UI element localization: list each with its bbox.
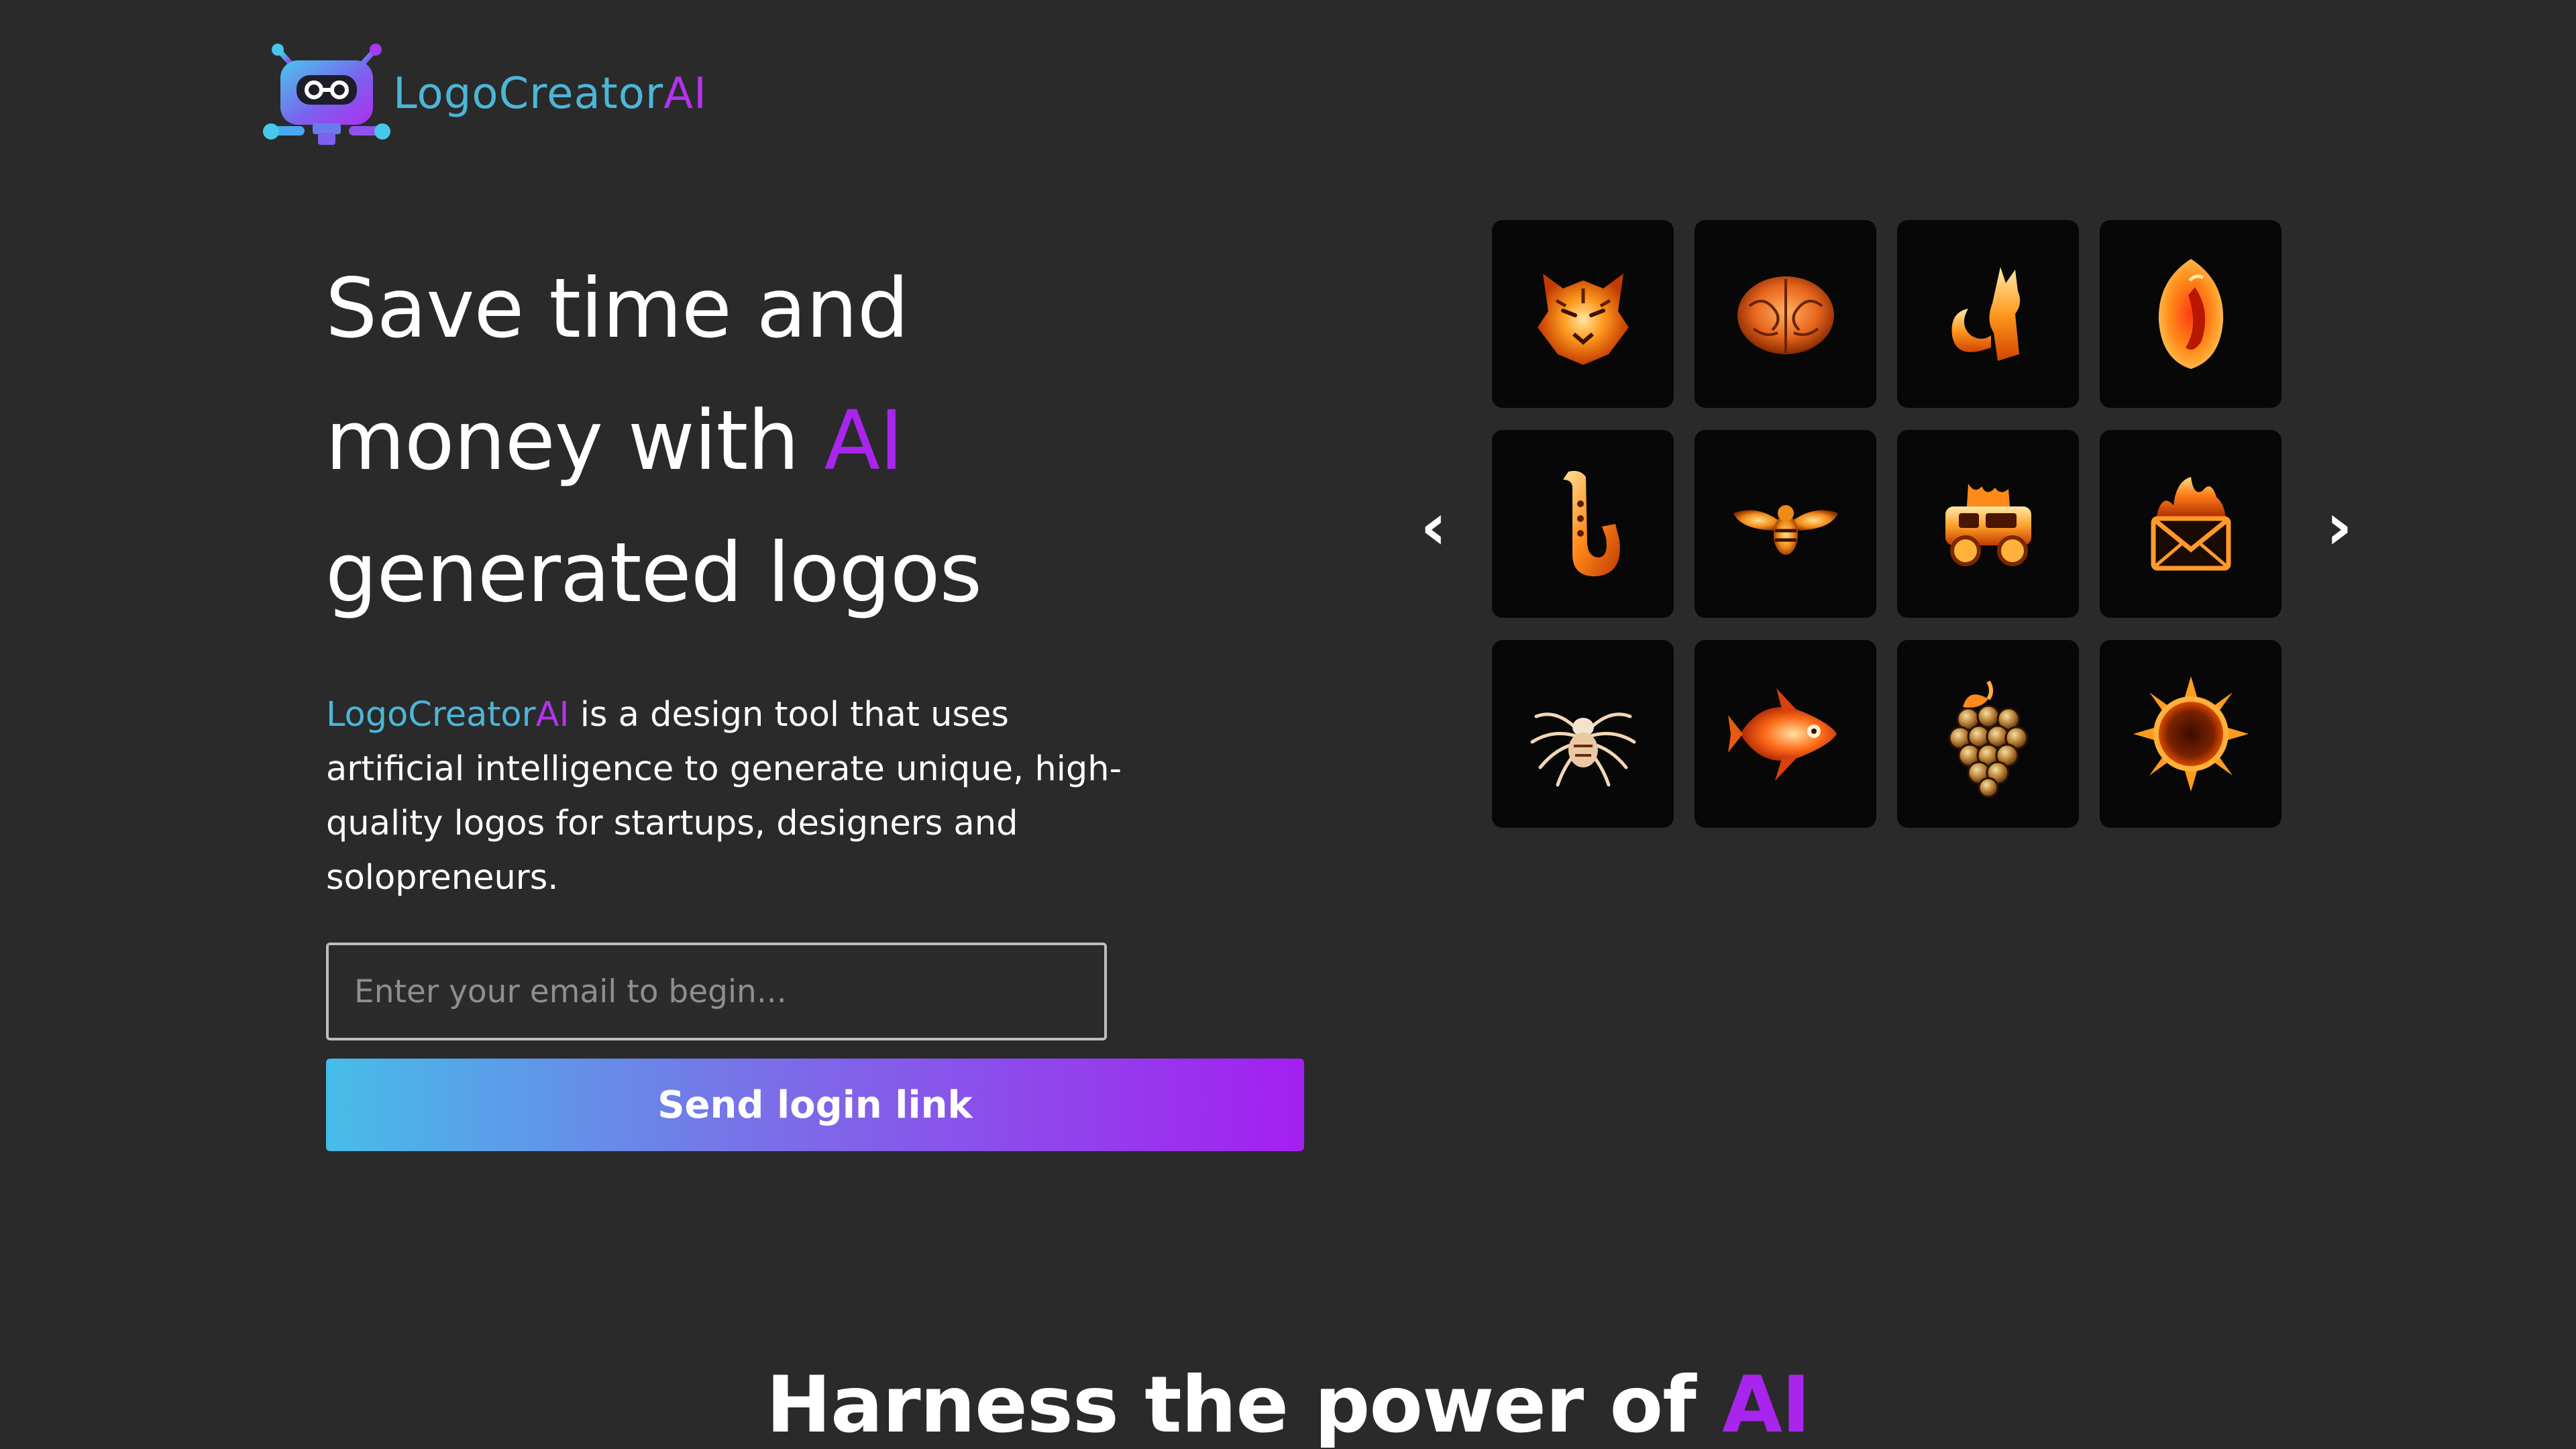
fire-bee-icon <box>1733 505 1838 555</box>
logo-tile[interactable] <box>1897 640 2079 828</box>
fire-grapes-icon <box>1948 680 2028 798</box>
fire-fox-icon <box>1951 267 2020 361</box>
headline-line-1: Save time and <box>325 261 909 356</box>
logo-tile[interactable] <box>1695 640 1876 828</box>
description-brand: LogoCreator <box>326 695 536 735</box>
brand-logo[interactable]: LogoCreatorAI <box>263 42 707 146</box>
brand-name-accent: AI <box>663 69 707 119</box>
fire-saxophone-icon <box>1562 471 1620 577</box>
section-heading: Harness the power of AI <box>0 1348 2576 1449</box>
fire-brain-icon <box>1737 276 1834 354</box>
logo-tile[interactable] <box>1492 220 1674 408</box>
section-heading-accent: AI <box>1722 1360 1811 1449</box>
headline-accent: AI <box>824 393 903 488</box>
hero-description: LogoCreatorAI is a design tool that uses… <box>326 688 1144 905</box>
logo-tile[interactable] <box>1897 220 2079 408</box>
fire-chili-pepper-icon <box>2158 259 2223 369</box>
logo-tile[interactable] <box>2100 640 2282 828</box>
fire-envelope-icon <box>2151 477 2231 571</box>
landing-page: LogoCreatorAI Save time and money with AI… <box>0 0 2576 1449</box>
logo-tile[interactable] <box>2100 430 2282 618</box>
logo-tile[interactable] <box>2100 220 2282 408</box>
description-brand-accent: AI <box>535 695 570 735</box>
fire-truck-icon <box>1945 484 2031 566</box>
brand-wordmark: LogoCreatorAI <box>393 72 707 115</box>
carousel-prev-arrow-icon[interactable]: ‹ <box>1403 483 1464 570</box>
brand-name: LogoCreator <box>393 69 664 119</box>
logo-gallery <box>1492 220 2282 828</box>
logo-tile[interactable] <box>1897 430 2079 618</box>
fire-fish-icon <box>1727 688 1837 781</box>
logo-tile[interactable] <box>1492 640 1674 828</box>
hero-headline: Save time and money with AI generated logo… <box>325 243 1197 639</box>
logo-tile[interactable] <box>1695 220 1876 408</box>
robot-icon <box>263 44 390 145</box>
carousel-next-arrow-icon[interactable]: › <box>2309 483 2369 570</box>
email-input[interactable] <box>326 943 1107 1040</box>
fire-sun-icon <box>2133 676 2249 792</box>
fire-tiger-icon <box>1537 274 1629 365</box>
fire-spider-icon <box>1530 712 1635 787</box>
section-heading-text: Harness the power of <box>765 1360 1723 1449</box>
send-login-link-button[interactable]: Send login link <box>326 1059 1304 1151</box>
logo-tile[interactable] <box>1695 430 1876 618</box>
headline-line-3: generated logos <box>325 525 982 621</box>
logo-tile[interactable] <box>1492 430 1674 618</box>
headline-line-2: money with <box>325 393 800 488</box>
